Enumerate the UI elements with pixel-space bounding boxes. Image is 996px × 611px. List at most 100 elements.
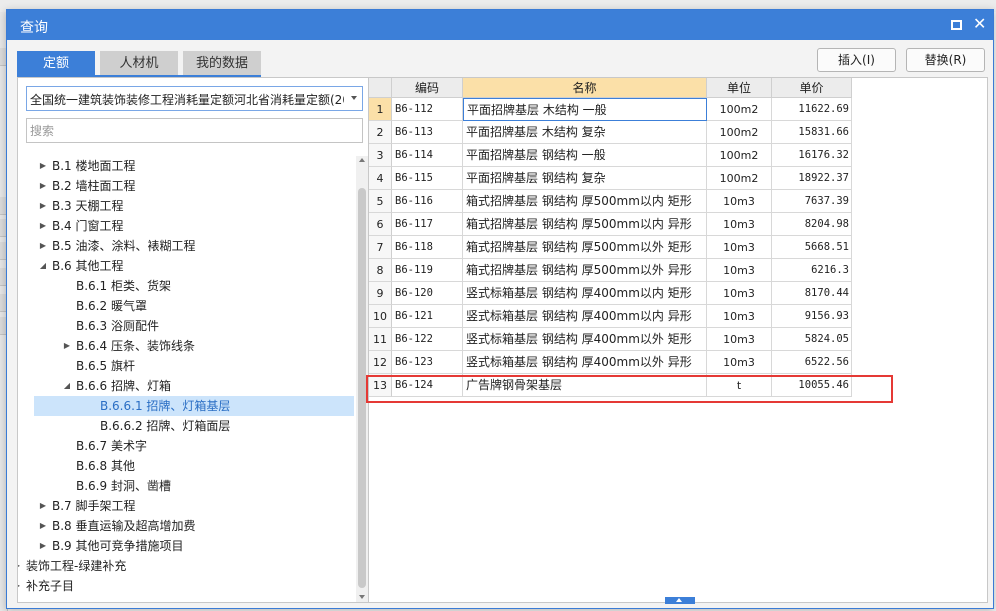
row-number[interactable]: 1: [369, 98, 392, 121]
panel-splitter-handle[interactable]: [665, 597, 695, 604]
tree-node[interactable]: ▶ 装饰工程-绿建补充: [18, 556, 354, 576]
cell-name[interactable]: 箱式招牌基层 钢结构 厚500mm以外 矩形: [463, 236, 707, 259]
cell-unit[interactable]: 100m2: [707, 144, 772, 167]
tree-node[interactable]: ▶ B.3 天棚工程: [18, 196, 354, 216]
tree-collapsed-icon[interactable]: ▶: [38, 176, 48, 196]
tree-node[interactable]: ▶ 补充子目: [18, 576, 354, 596]
dialog-titlebar[interactable]: 查询 ✕: [7, 10, 993, 40]
cell-name[interactable]: 竖式标箱基层 钢结构 厚400mm以外 异形: [463, 351, 707, 374]
grid-corner[interactable]: [369, 78, 392, 98]
column-header-unit[interactable]: 单位: [707, 78, 772, 98]
cell-price[interactable]: 16176.32: [772, 144, 852, 167]
cell-name[interactable]: 平面招牌基层 木结构 一般: [463, 98, 707, 121]
cell-name[interactable]: 平面招牌基层 木结构 复杂: [463, 121, 707, 144]
tree-collapsed-icon[interactable]: ▶: [62, 336, 72, 356]
tree-node[interactable]: ▶ B.9 其他可竞争措施项目: [18, 536, 354, 556]
row-number[interactable]: 10: [369, 305, 392, 328]
scrollbar-thumb[interactable]: [358, 188, 366, 588]
cell-unit[interactable]: 10m3: [707, 259, 772, 282]
cell-unit[interactable]: 100m2: [707, 98, 772, 121]
replace-button[interactable]: 替换(R): [906, 48, 985, 72]
tree-collapsed-icon[interactable]: ▶: [38, 236, 48, 256]
cell-code[interactable]: B6-119: [392, 259, 463, 282]
cell-price[interactable]: 6522.56: [772, 351, 852, 374]
cell-price[interactable]: 18922.37: [772, 167, 852, 190]
cell-unit[interactable]: 10m3: [707, 305, 772, 328]
cell-unit[interactable]: 10m3: [707, 190, 772, 213]
tree-node[interactable]: B.6.1 柜类、货架: [18, 276, 354, 296]
cell-price[interactable]: 8204.98: [772, 213, 852, 236]
cell-code[interactable]: B6-115: [392, 167, 463, 190]
cell-name[interactable]: 箱式招牌基层 钢结构 厚500mm以外 异形: [463, 259, 707, 282]
tree-node[interactable]: B.6.9 封洞、凿槽: [18, 476, 354, 496]
row-number[interactable]: 5: [369, 190, 392, 213]
tree-node[interactable]: B.6.3 浴厕配件: [18, 316, 354, 336]
tree-node[interactable]: B.6.7 美术字: [18, 436, 354, 456]
row-number[interactable]: 3: [369, 144, 392, 167]
tree-collapsed-icon[interactable]: ▶: [38, 536, 48, 556]
cell-unit[interactable]: 100m2: [707, 167, 772, 190]
tree-node[interactable]: ◢ B.6.6 招牌、灯箱: [18, 376, 354, 396]
row-number[interactable]: 2: [369, 121, 392, 144]
tree-collapsed-icon[interactable]: ▶: [38, 156, 48, 176]
cell-price[interactable]: 15831.66: [772, 121, 852, 144]
cell-unit[interactable]: 100m2: [707, 121, 772, 144]
cell-price[interactable]: 7637.39: [772, 190, 852, 213]
tree-expanded-icon[interactable]: ◢: [38, 256, 48, 276]
tree-node[interactable]: B.6.5 旗杆: [18, 356, 354, 376]
tree-collapsed-icon[interactable]: ▶: [38, 216, 48, 236]
tree-node[interactable]: ▶ B.6.4 压条、装饰线条: [18, 336, 354, 356]
cell-unit[interactable]: 10m3: [707, 328, 772, 351]
tree-collapsed-icon[interactable]: ▶: [38, 496, 48, 516]
cell-unit[interactable]: 10m3: [707, 236, 772, 259]
cell-price[interactable]: 8170.44: [772, 282, 852, 305]
cell-code[interactable]: B6-118: [392, 236, 463, 259]
tree-collapsed-icon[interactable]: ▶: [18, 556, 22, 576]
cell-code[interactable]: B6-121: [392, 305, 463, 328]
cell-code[interactable]: B6-123: [392, 351, 463, 374]
cell-name[interactable]: 竖式标箱基层 钢结构 厚400mm以内 异形: [463, 305, 707, 328]
row-number[interactable]: 8: [369, 259, 392, 282]
tree-node[interactable]: ▶ B.4 门窗工程: [18, 216, 354, 236]
cell-code[interactable]: B6-120: [392, 282, 463, 305]
cell-name[interactable]: 平面招牌基层 钢结构 复杂: [463, 167, 707, 190]
row-number[interactable]: 7: [369, 236, 392, 259]
tree-node[interactable]: ▶ B.2 墙柱面工程: [18, 176, 354, 196]
tree-collapsed-icon[interactable]: ▶: [18, 576, 22, 596]
cell-code[interactable]: B6-116: [392, 190, 463, 213]
cell-unit[interactable]: 10m3: [707, 213, 772, 236]
cell-name[interactable]: 竖式标箱基层 钢结构 厚400mm以外 矩形: [463, 328, 707, 351]
row-number[interactable]: 6: [369, 213, 392, 236]
cell-unit[interactable]: 10m3: [707, 351, 772, 374]
cell-code[interactable]: B6-114: [392, 144, 463, 167]
tab-my-data[interactable]: 我的数据: [183, 51, 261, 76]
maximize-icon[interactable]: [951, 20, 962, 30]
cell-price[interactable]: 11622.69: [772, 98, 852, 121]
search-input[interactable]: [26, 118, 363, 143]
cell-code[interactable]: B6-113: [392, 121, 463, 144]
tab-labor-material-machine[interactable]: 人材机: [100, 51, 178, 76]
tree-node[interactable]: ▶ B.8 垂直运输及超高增加费: [18, 516, 354, 536]
tree-expanded-icon[interactable]: ◢: [62, 376, 72, 396]
cell-code[interactable]: B6-112: [392, 98, 463, 121]
close-icon[interactable]: ✕: [973, 16, 987, 32]
scroll-up-icon[interactable]: [359, 158, 365, 162]
tree-node[interactable]: ▶ B.7 脚手架工程: [18, 496, 354, 516]
cell-price[interactable]: 9156.93: [772, 305, 852, 328]
column-header-name[interactable]: 名称: [463, 78, 707, 98]
scroll-down-icon[interactable]: [359, 595, 365, 599]
column-header-code[interactable]: 编码: [392, 78, 463, 98]
cell-code[interactable]: B6-117: [392, 213, 463, 236]
tree-node[interactable]: B.6.6.2 招牌、灯箱面层: [18, 416, 354, 436]
tree-node[interactable]: B.6.6.1 招牌、灯箱基层: [34, 396, 354, 416]
tree-node[interactable]: B.6.8 其他: [18, 456, 354, 476]
tree-node[interactable]: ▶ B.1 楼地面工程: [18, 156, 354, 176]
tree-node[interactable]: B.6.2 暖气罩: [18, 296, 354, 316]
quota-library-select[interactable]: 全国统一建筑装饰装修工程消耗量定额河北省消耗量定额(20: [26, 86, 363, 111]
column-header-price[interactable]: 单价: [772, 78, 852, 98]
cell-name[interactable]: 箱式招牌基层 钢结构 厚500mm以内 矩形: [463, 190, 707, 213]
cell-price[interactable]: 6216.3: [772, 259, 852, 282]
row-number[interactable]: 12: [369, 351, 392, 374]
cell-unit[interactable]: 10m3: [707, 282, 772, 305]
cell-price[interactable]: 5824.05: [772, 328, 852, 351]
